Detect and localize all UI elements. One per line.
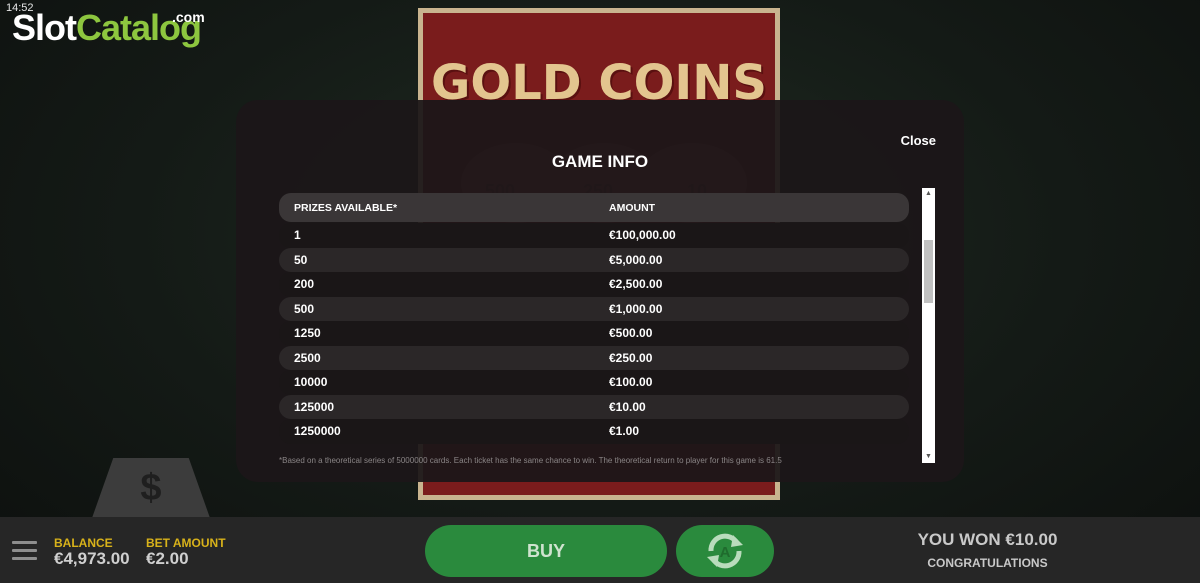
prize-count: 10000 [294,375,328,390]
svg-text:A: A [720,544,731,561]
bet-amount-value[interactable]: €2.00 [146,549,189,569]
hamburger-menu-icon[interactable] [12,541,37,560]
prize-amount: €2,500.00 [609,277,663,292]
autoplay-button[interactable]: A [676,525,774,577]
game-info-modal: Close GAME INFO PRIZES AVAILABLE* AMOUNT… [236,100,964,482]
table-row: 500 €1,000.00 [279,296,909,321]
bet-amount-label[interactable]: BET AMOUNT [146,536,226,550]
prize-count: 125000 [294,399,335,414]
prize-count: 1250000 [294,424,341,439]
column-header-prizes: PRIZES AVAILABLE* [294,201,398,214]
win-amount-text: YOU WON €10.00 [917,530,1058,549]
buy-button[interactable]: BUY [425,525,667,577]
site-logo: SlotCatalog .com [12,7,205,48]
table-row: 1250 €500.00 [279,321,909,346]
modal-scrollbar[interactable]: ▲ ▼ [922,188,935,463]
autoplay-icon: A [707,533,743,569]
table-row: 1250000 €1.00 [279,419,909,444]
prize-amount: €1.00 [609,424,640,439]
scrollbar-thumb[interactable] [924,240,933,303]
prize-count: 500 [294,301,315,316]
modal-title: GAME INFO [551,152,649,171]
footnote-text: *Based on a theoretical series of 500000… [279,456,782,465]
prizes-table: PRIZES AVAILABLE* AMOUNT 1 €100,000.00 5… [279,193,909,446]
logo-slot-text: Slot [12,7,77,48]
prize-count: 200 [294,277,315,292]
logo-domain-text: .com [172,9,205,25]
dollar-icon: $ [140,466,162,509]
prize-amount: €10.00 [609,399,646,414]
table-row: 50 €5,000.00 [279,247,909,272]
prize-count: 2500 [294,350,321,365]
table-row: 125000 €10.00 [279,394,909,419]
column-header-amount: AMOUNT [609,201,656,214]
prize-amount: €100.00 [609,375,653,390]
bottom-control-bar: BALANCE €4,973.00 BET AMOUNT €2.00 BUY A… [0,517,1200,583]
prize-amount: €250.00 [609,350,653,365]
prize-count: 1250 [294,326,321,341]
dollar-tab[interactable]: $ [92,458,210,518]
scroll-down-arrow-icon[interactable]: ▼ [922,451,935,463]
prize-amount: €5,000.00 [609,252,663,267]
table-row: 200 €2,500.00 [279,272,909,297]
table-row: 2500 €250.00 [279,345,909,370]
scroll-up-arrow-icon[interactable]: ▲ [922,188,935,200]
win-congrats-text: CONGRATULATIONS [927,556,1048,570]
close-button[interactable]: Close [901,133,936,148]
prize-count: 50 [294,252,308,267]
table-header-row: PRIZES AVAILABLE* AMOUNT [279,193,909,222]
table-row: 1 €100,000.00 [279,223,909,248]
prize-count: 1 [294,228,301,243]
prize-amount: €1,000.00 [609,301,663,316]
balance-label: BALANCE [54,536,113,550]
prize-amount: €100,000.00 [609,228,676,243]
balance-value: €4,973.00 [54,549,130,568]
prize-amount: €500.00 [609,326,653,341]
table-row: 10000 €100.00 [279,370,909,395]
